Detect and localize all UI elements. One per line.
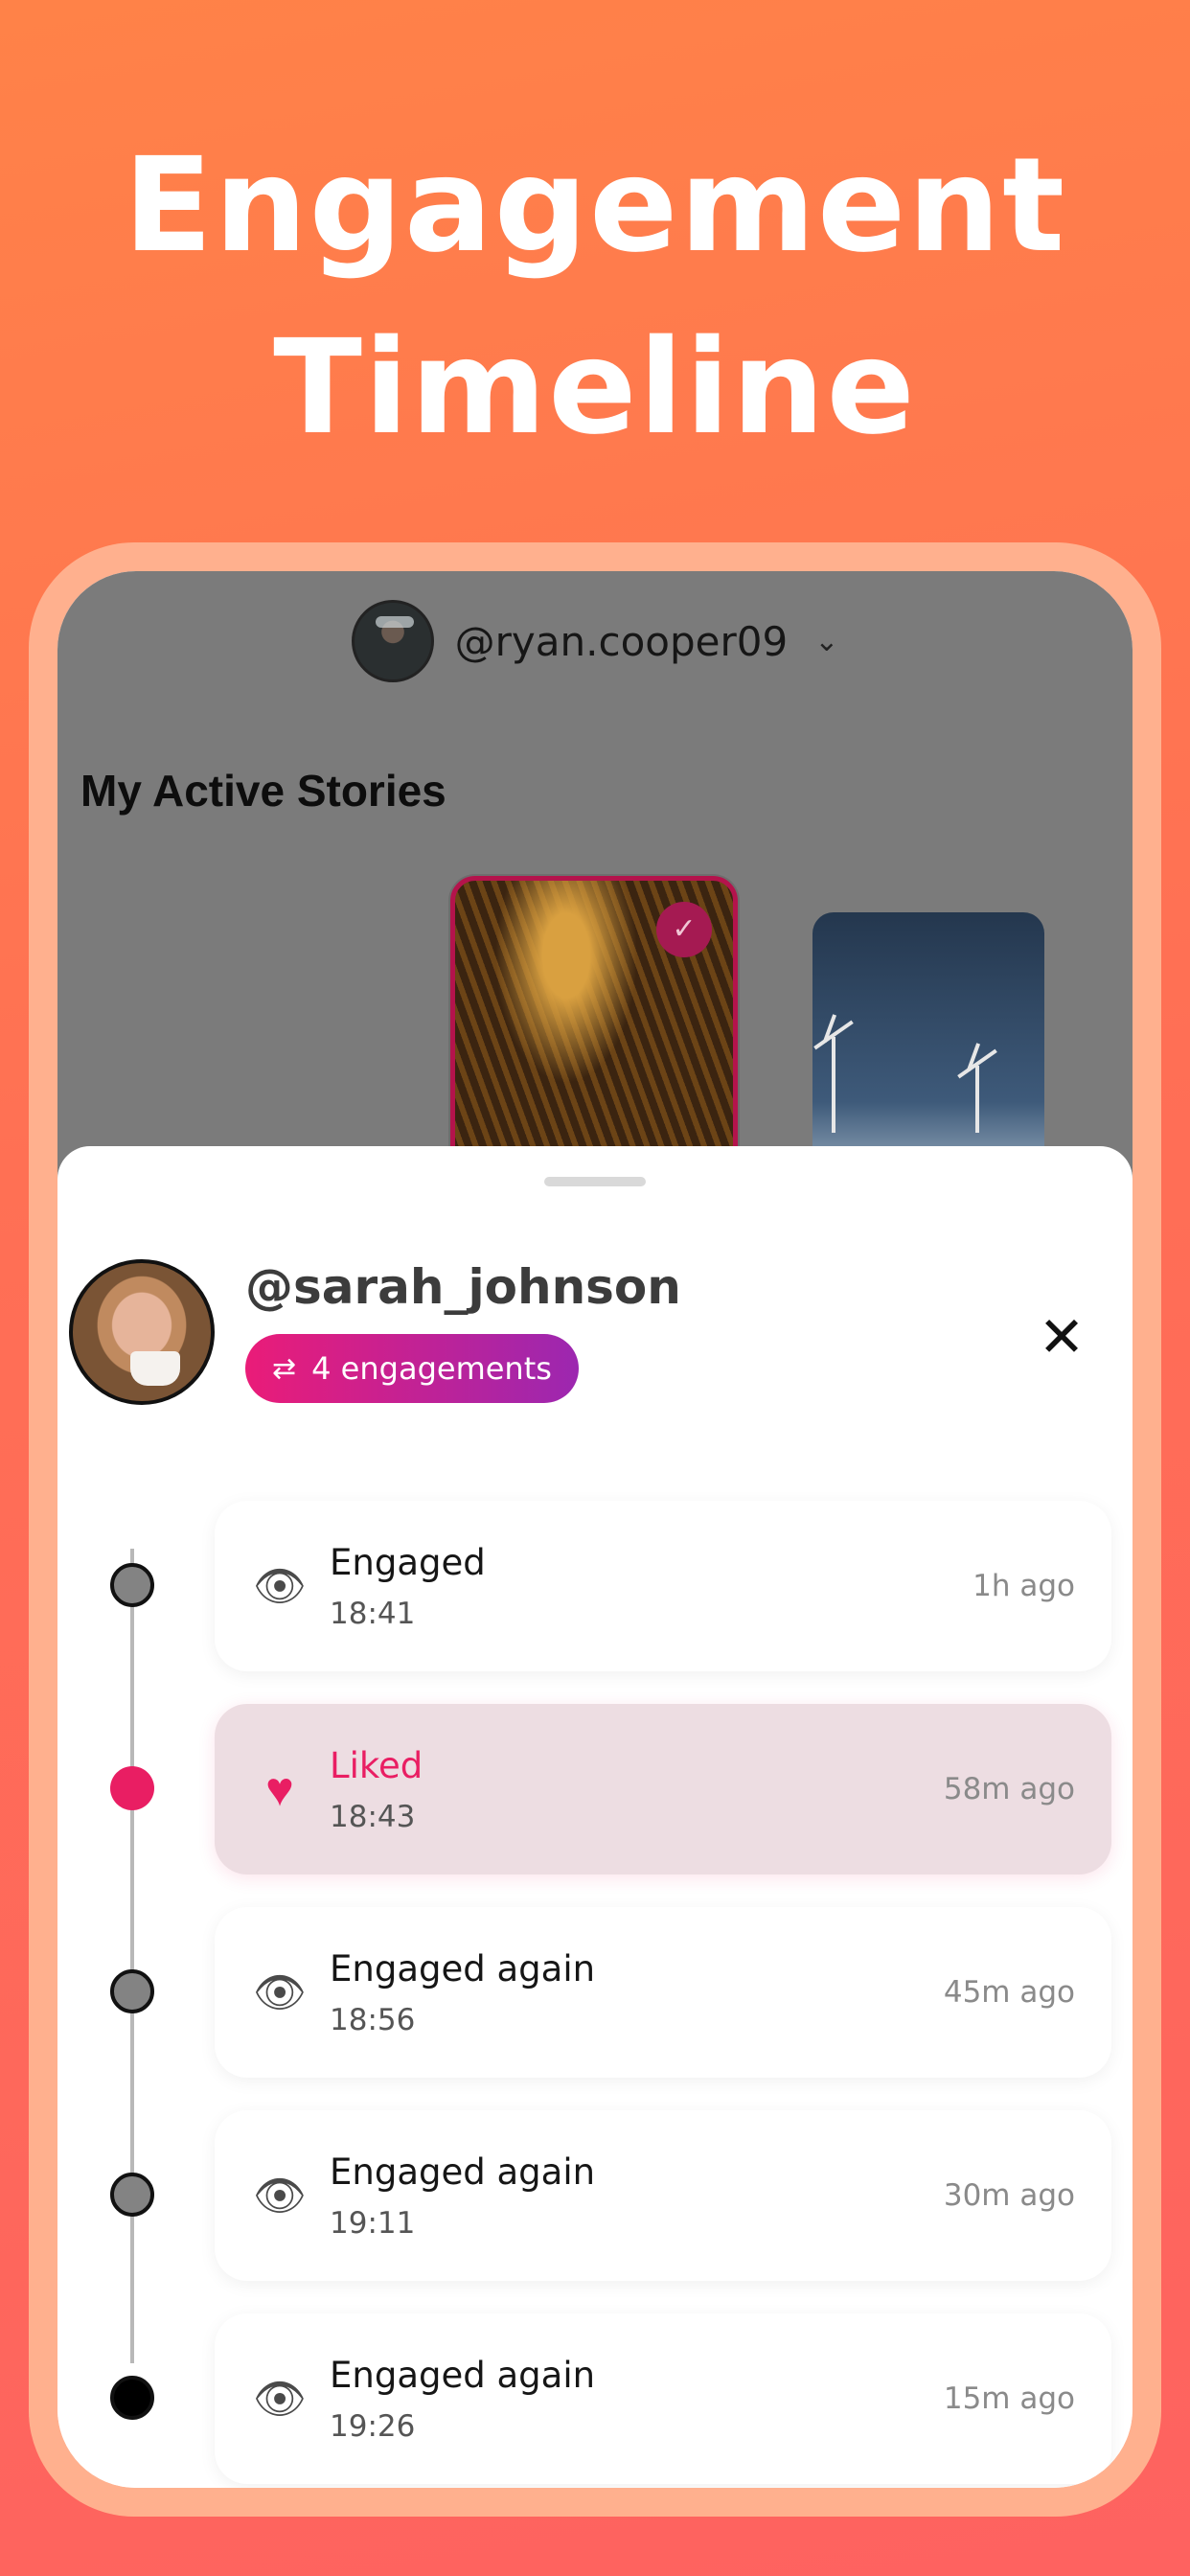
engagements-badge: ⇄ 4 engagements [245,1334,579,1403]
heart-icon: ♥ [265,1762,294,1816]
phone-frame: @ryan.cooper09 ⌄ My Active Stories ✓ @sa… [29,542,1161,2517]
account-name: @ryan.cooper09 [454,617,789,665]
engagement-sheet: @sarah_johnson ⇄ 4 engagements ✕ 👁 Engag… [57,1146,1133,2488]
timeline-event-card[interactable]: 👁 Engaged again 19:11 30m ago [215,2110,1111,2281]
event-ago: 15m ago [943,2381,1075,2416]
checkmark-icon: ✓ [656,902,712,957]
event-title: Engaged again [330,2150,596,2193]
account-avatar [351,600,434,682]
event-ago: 1h ago [973,1569,1075,1603]
event-title: Engaged [330,1541,486,1583]
timeline-dot-liked [110,1766,154,1810]
close-icon: ✕ [1038,1306,1086,1368]
event-time: 19:26 [330,2408,416,2444]
eye-icon: 👁 [253,1563,307,1610]
timeline-event-card[interactable]: 👁 Engaged 18:41 1h ago [215,1501,1111,1671]
event-ago: 30m ago [943,2178,1075,2213]
wind-turbine-image [832,1037,835,1133]
timeline-event-card[interactable]: 👁 Engaged again 19:26 15m ago [215,2313,1111,2484]
section-title: My Active Stories [80,766,446,816]
timeline-dot [110,1969,154,2013]
timeline-event-card-liked[interactable]: ♥ Liked 18:43 58m ago [215,1704,1111,1874]
event-title: Engaged again [330,1947,596,1990]
timeline-line [130,1549,134,2363]
phone-screen: @ryan.cooper09 ⌄ My Active Stories ✓ @sa… [57,571,1133,2488]
avatar [69,1259,215,1405]
headline-line-2: Timeline [273,312,917,464]
background-app: @ryan.cooper09 ⌄ My Active Stories ✓ [57,571,1133,1259]
close-button[interactable]: ✕ [1031,1307,1092,1368]
event-ago: 58m ago [943,1772,1075,1806]
wind-turbine-image [975,1066,979,1133]
event-time: 18:56 [330,2002,416,2037]
timeline-dot-latest [110,2376,154,2420]
eye-icon: 👁 [253,2376,307,2423]
timeline-event-card[interactable]: 👁 Engaged again 18:56 45m ago [215,1907,1111,2078]
event-time: 18:43 [330,1799,416,1834]
timeline-dot [110,1563,154,1607]
coffee-cup-image [130,1351,180,1386]
event-ago: 45m ago [943,1975,1075,2010]
event-time: 19:11 [330,2205,416,2241]
account-switcher[interactable]: @ryan.cooper09 ⌄ [57,598,1133,684]
repeat-icon: ⇄ [272,1351,297,1386]
username: @sarah_johnson [245,1259,681,1315]
chevron-down-icon: ⌄ [814,625,839,657]
engagements-label: 4 engagements [311,1350,552,1387]
event-title: Liked [330,1744,423,1786]
event-time: 18:41 [330,1596,416,1631]
headline: Engagement Timeline [0,115,1190,479]
event-title: Engaged again [330,2354,596,2396]
eye-icon: 👁 [253,1969,307,2016]
sheet-grabber[interactable] [544,1177,646,1186]
headline-line-1: Engagement [123,130,1067,282]
eye-icon: 👁 [253,2173,307,2220]
timeline-dot [110,2173,154,2217]
